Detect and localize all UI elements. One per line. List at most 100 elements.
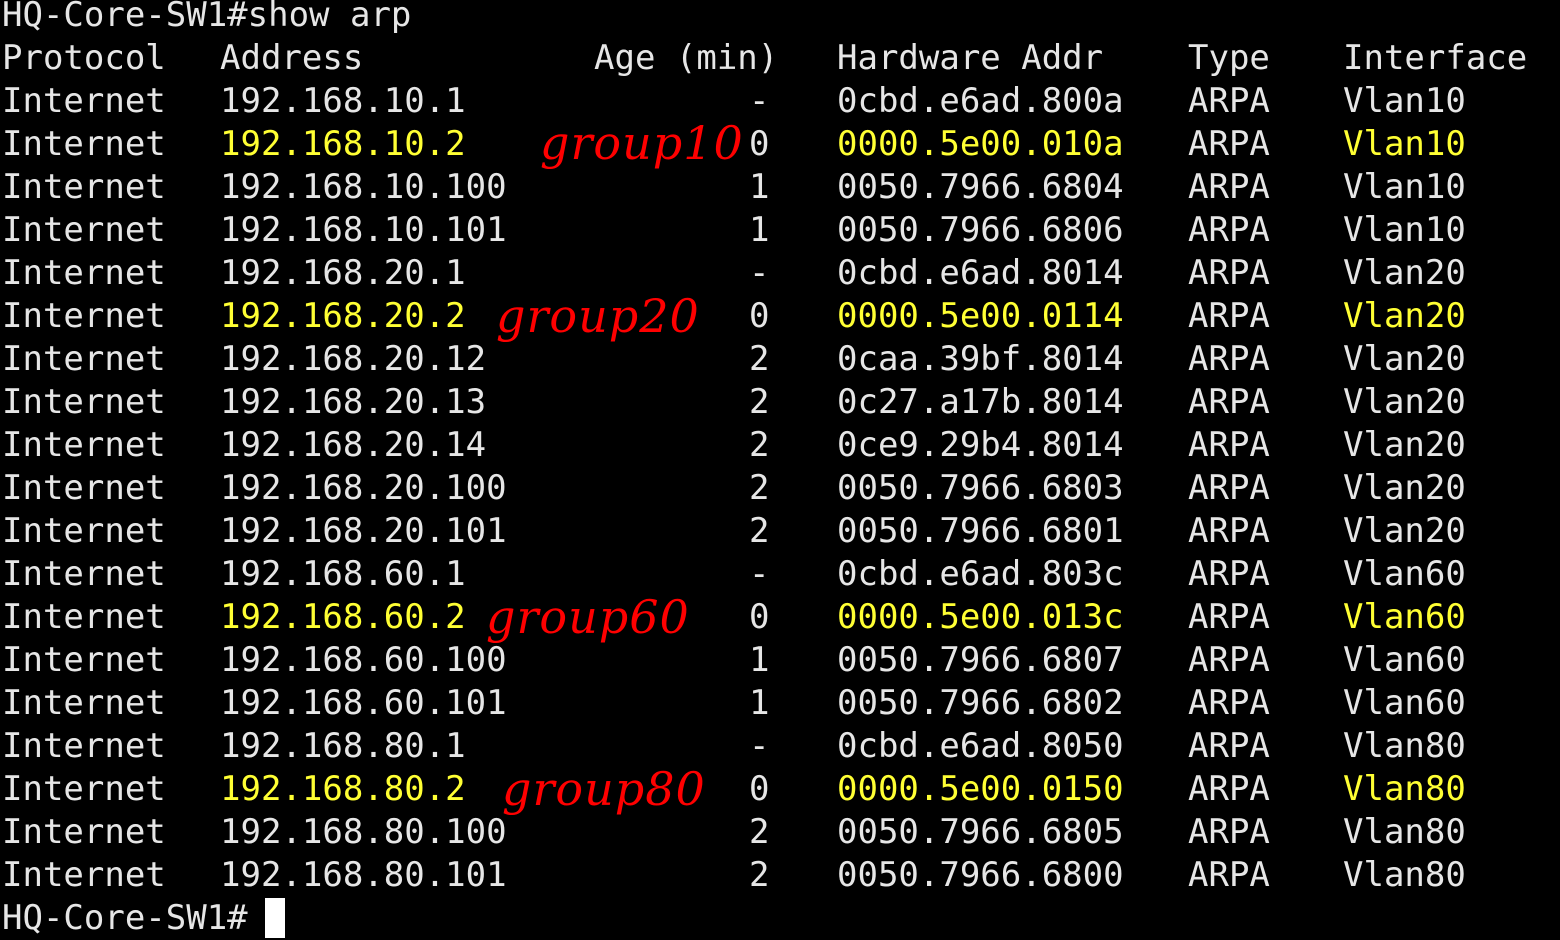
header-address: Address: [220, 38, 364, 78]
terminal-window[interactable]: HQ-Core-SW1#show arp Protocol Address Ag…: [0, 0, 1560, 940]
table-row: Internet 192.168.60.2 0 0000.5e00.013c ARPA V…: [0, 596, 1560, 639]
row-type: ARPA: [1188, 382, 1270, 422]
header-hardware-addr: Hardware Addr: [837, 38, 1104, 78]
row-age: 1: [749, 683, 770, 723]
table-row: Internet 192.168.20.101 2 0050.7966.6801 ARP…: [0, 510, 1560, 553]
row-hardware-addr: 0caa.39bf.8014: [837, 339, 1124, 379]
row-hardware-addr: 0ce9.29b4.8014: [837, 425, 1124, 465]
row-protocol: Internet: [2, 468, 166, 508]
row-address: 192.168.80.2: [220, 769, 466, 809]
row-hardware-addr: 0cbd.e6ad.8050: [837, 726, 1124, 766]
table-row: Internet 192.168.20.14 2 0ce9.29b4.8014 ARPA…: [0, 424, 1560, 467]
row-hardware-addr: 0000.5e00.013c: [837, 597, 1124, 637]
row-address: 192.168.20.1: [220, 253, 466, 293]
row-address: 192.168.10.100: [220, 167, 507, 207]
row-protocol: Internet: [2, 554, 166, 594]
row-protocol: Internet: [2, 382, 166, 422]
row-type: ARPA: [1188, 425, 1270, 465]
row-age: 1: [749, 167, 770, 207]
row-interface: Vlan10: [1343, 167, 1466, 207]
row-interface: Vlan60: [1343, 683, 1466, 723]
annotation-group10: group10: [540, 116, 744, 170]
row-address: 192.168.80.100: [220, 812, 507, 852]
header-interface: Interface: [1343, 38, 1528, 78]
row-type: ARPA: [1188, 124, 1270, 164]
row-type: ARPA: [1188, 81, 1270, 121]
row-age: -: [749, 81, 770, 121]
row-age: 2: [749, 468, 770, 508]
table-row: Internet 192.168.10.2 0 0000.5e00.010a ARPA V…: [0, 123, 1560, 166]
row-hardware-addr: 0050.7966.6804: [837, 167, 1124, 207]
row-protocol: Internet: [2, 296, 166, 336]
row-age: -: [749, 253, 770, 293]
row-interface: Vlan20: [1343, 382, 1466, 422]
row-age: 2: [749, 812, 770, 852]
row-interface: Vlan80: [1343, 812, 1466, 852]
prompt-text: HQ-Core-SW1#: [2, 898, 248, 938]
table-row: Internet 192.168.10.1 - 0cbd.e6ad.800a ARPA V…: [0, 80, 1560, 123]
row-age: 2: [749, 425, 770, 465]
table-row: Internet 192.168.60.100 1 0050.7966.6807 ARP…: [0, 639, 1560, 682]
row-protocol: Internet: [2, 511, 166, 551]
row-type: ARPA: [1188, 167, 1270, 207]
table-row: Internet 192.168.80.2 0 0000.5e00.0150 ARPA V…: [0, 768, 1560, 811]
header-age: Age (min): [594, 38, 779, 78]
annotation-group60: group60: [486, 590, 690, 644]
row-age: 2: [749, 855, 770, 895]
row-type: ARPA: [1188, 683, 1270, 723]
row-protocol: Internet: [2, 339, 166, 379]
row-age: 2: [749, 382, 770, 422]
row-address: 192.168.20.14: [220, 425, 487, 465]
row-protocol: Internet: [2, 769, 166, 809]
row-protocol: Internet: [2, 210, 166, 250]
row-protocol: Internet: [2, 167, 166, 207]
row-address: 192.168.10.1: [220, 81, 466, 121]
prompt-line[interactable]: HQ-Core-SW1#: [0, 897, 1560, 940]
row-address: 192.168.60.2: [220, 597, 466, 637]
row-hardware-addr: 0050.7966.6800: [837, 855, 1124, 895]
table-row: Internet 192.168.80.1 - 0cbd.e6ad.8050 ARPA V…: [0, 725, 1560, 768]
row-type: ARPA: [1188, 812, 1270, 852]
row-hardware-addr: 0000.5e00.010a: [837, 124, 1124, 164]
row-hardware-addr: 0cbd.e6ad.803c: [837, 554, 1124, 594]
row-protocol: Internet: [2, 425, 166, 465]
row-hardware-addr: 0c27.a17b.8014: [837, 382, 1124, 422]
row-interface: Vlan10: [1343, 124, 1466, 164]
table-row: Internet 192.168.60.101 1 0050.7966.6802 ARP…: [0, 682, 1560, 725]
row-type: ARPA: [1188, 640, 1270, 680]
row-hardware-addr: 0cbd.e6ad.8014: [837, 253, 1124, 293]
row-protocol: Internet: [2, 683, 166, 723]
command-text: HQ-Core-SW1#show arp: [2, 0, 412, 35]
annotation-group20: group20: [496, 289, 700, 343]
table-row: Internet 192.168.20.13 2 0c27.a17b.8014 ARPA…: [0, 381, 1560, 424]
row-interface: Vlan20: [1343, 339, 1466, 379]
row-protocol: Internet: [2, 81, 166, 121]
row-age: 0: [749, 296, 770, 336]
row-hardware-addr: 0050.7966.6801: [837, 511, 1124, 551]
row-hardware-addr: 0000.5e00.0114: [837, 296, 1124, 336]
row-age: 2: [749, 339, 770, 379]
row-type: ARPA: [1188, 855, 1270, 895]
header-type: Type: [1188, 38, 1270, 78]
row-interface: Vlan80: [1343, 769, 1466, 809]
table-row: Internet 192.168.20.2 0 0000.5e00.0114 ARPA V…: [0, 295, 1560, 338]
row-protocol: Internet: [2, 124, 166, 164]
row-age: 2: [749, 511, 770, 551]
row-interface: Vlan20: [1343, 468, 1466, 508]
row-hardware-addr: 0050.7966.6803: [837, 468, 1124, 508]
row-hardware-addr: 0050.7966.6805: [837, 812, 1124, 852]
row-type: ARPA: [1188, 468, 1270, 508]
table-row: Internet 192.168.20.12 2 0caa.39bf.8014 ARPA…: [0, 338, 1560, 381]
row-address: 192.168.80.1: [220, 726, 466, 766]
row-type: ARPA: [1188, 296, 1270, 336]
table-header: Protocol Address Age (min) Hardware Addr…: [0, 37, 1560, 80]
row-interface: Vlan20: [1343, 425, 1466, 465]
row-address: 192.168.20.2: [220, 296, 466, 336]
row-type: ARPA: [1188, 253, 1270, 293]
row-address: 192.168.60.1: [220, 554, 466, 594]
row-type: ARPA: [1188, 726, 1270, 766]
row-type: ARPA: [1188, 554, 1270, 594]
row-protocol: Internet: [2, 726, 166, 766]
text-cursor: [265, 898, 285, 938]
row-protocol: Internet: [2, 253, 166, 293]
